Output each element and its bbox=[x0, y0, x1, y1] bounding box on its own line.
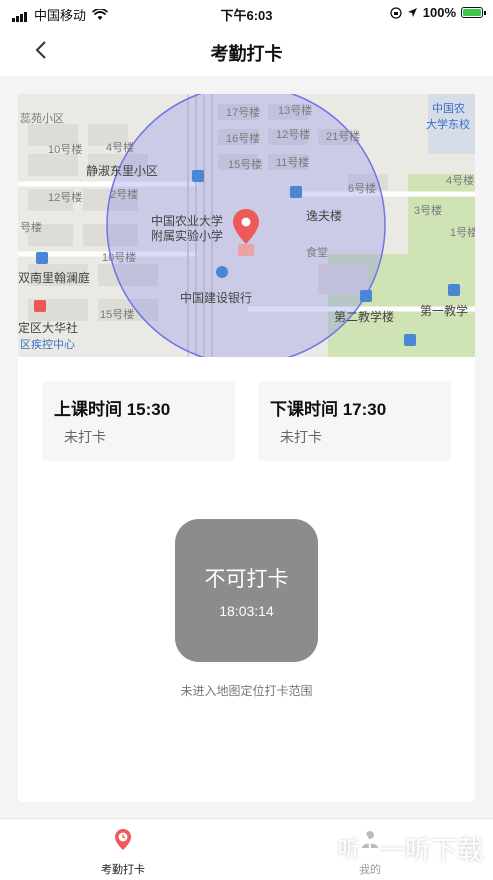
map-label: 双南里翰澜庭 bbox=[18, 271, 91, 285]
map-label: 第一教学 bbox=[420, 304, 469, 318]
status-bar: 中国移动 下午6:03 100% bbox=[0, 0, 493, 26]
school-poi-icon bbox=[404, 334, 416, 346]
map-label: 15号楼 bbox=[228, 159, 263, 171]
class-end-box: 下课时间 17:30 未打卡 bbox=[258, 381, 451, 461]
home-poi-icon bbox=[36, 252, 48, 264]
map-label: 10号楼 bbox=[48, 144, 83, 156]
class-start-status: 未打卡 bbox=[64, 429, 106, 445]
page-title: 考勤打卡 bbox=[210, 44, 283, 64]
school-poi-icon bbox=[448, 284, 460, 296]
punch-button[interactable]: 不可打卡 18:03:14 bbox=[175, 519, 318, 662]
map-label: 号楼 bbox=[20, 222, 42, 234]
map-label: 3号楼 bbox=[414, 205, 443, 217]
tab-attendance[interactable]: 考勤打卡 bbox=[63, 827, 183, 877]
battery-icon bbox=[461, 7, 486, 18]
map-view[interactable]: 蕊苑小区 10号楼 4号楼 静淑东里小区 12号楼 2号楼 号楼 10号楼 双南… bbox=[18, 94, 475, 357]
tab-attendance-label: 考勤打卡 bbox=[101, 864, 145, 876]
watermark-logo-icon: 听 bbox=[327, 826, 371, 870]
nav-bar: 考勤打卡 bbox=[0, 26, 493, 76]
location-pin-clock-icon bbox=[115, 829, 131, 850]
school-poi-icon bbox=[360, 290, 372, 302]
class-start-title: 上课时间 15:30 bbox=[54, 400, 171, 419]
map-label: 10号楼 bbox=[102, 252, 137, 264]
watermark-text: 一听下载 bbox=[379, 834, 484, 865]
map-label: 4号楼 bbox=[446, 175, 475, 187]
watermark: 听 一听下载 bbox=[327, 822, 487, 874]
map-label: 15号楼 bbox=[100, 309, 135, 321]
map-label: 食堂 bbox=[306, 247, 328, 259]
map-label: 中国建设银行 bbox=[180, 291, 253, 305]
location-arrow-icon bbox=[407, 8, 417, 17]
map-label: 13号楼 bbox=[278, 105, 313, 117]
bus-poi-icon bbox=[192, 170, 204, 182]
bank-poi-icon bbox=[216, 266, 228, 278]
map-label: 定区大华社 bbox=[18, 321, 79, 335]
class-start-box: 上课时间 15:30 未打卡 bbox=[42, 381, 235, 461]
class-end-title: 下课时间 17:30 bbox=[270, 400, 387, 419]
hospital-poi-icon bbox=[34, 300, 46, 312]
map-label: 16号楼 bbox=[226, 133, 261, 145]
map-label: 第二教学楼 bbox=[334, 310, 395, 324]
rotation-lock-icon bbox=[390, 6, 402, 19]
map-label: 2号楼 bbox=[110, 189, 139, 201]
map-label: 4号楼 bbox=[106, 142, 135, 154]
map-label: 附属实验小学 bbox=[151, 229, 224, 243]
map-label: 中国农 bbox=[432, 103, 465, 115]
map-label: 12号楼 bbox=[48, 192, 83, 204]
map-label: 6号楼 bbox=[348, 183, 377, 195]
status-right: 100% bbox=[390, 5, 486, 20]
map-label: 静淑东里小区 bbox=[86, 164, 159, 178]
map-label: 21号楼 bbox=[326, 131, 361, 143]
map-label: 蕊苑小区 bbox=[20, 113, 64, 125]
attendance-card: 蕊苑小区 10号楼 4号楼 静淑东里小区 12号楼 2号楼 号楼 10号楼 双南… bbox=[18, 94, 475, 802]
battery-percent: 100% bbox=[422, 5, 456, 20]
map-label: 逸夫楼 bbox=[306, 209, 343, 223]
map-label: 区疾控中心 bbox=[20, 339, 75, 351]
map-label: 大学东校 bbox=[426, 119, 470, 131]
punch-button-label: 不可打卡 bbox=[204, 568, 289, 591]
school-poi-icon bbox=[290, 186, 302, 198]
map-label: 1号楼 bbox=[450, 227, 475, 239]
map-label: 12号楼 bbox=[276, 129, 311, 141]
class-end-status: 未打卡 bbox=[280, 429, 322, 445]
map-label: 17号楼 bbox=[226, 107, 261, 119]
map-label: 11号楼 bbox=[276, 157, 310, 169]
punch-button-time: 18:03:14 bbox=[219, 603, 274, 619]
punch-hint: 未进入地图定位打卡范围 bbox=[180, 684, 313, 698]
